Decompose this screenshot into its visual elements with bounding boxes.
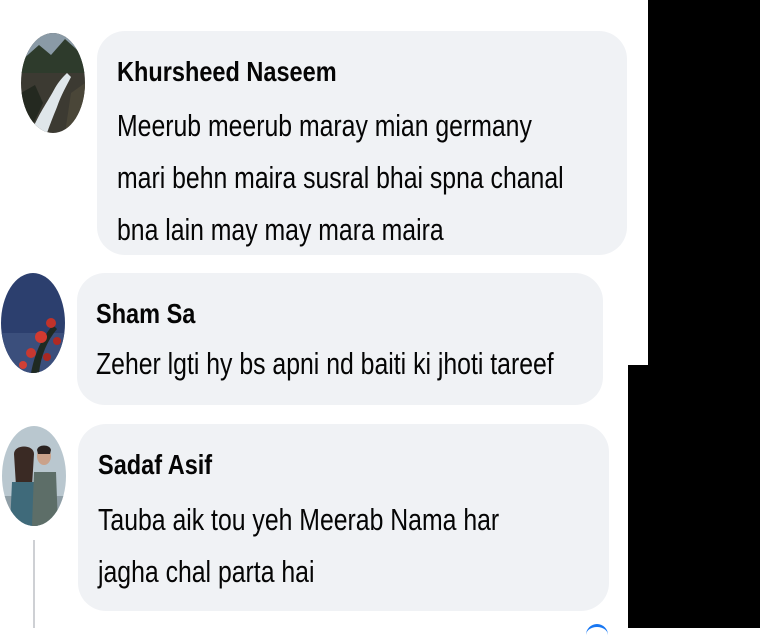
- reaction-icon[interactable]: [586, 624, 608, 637]
- comment-text-1-line-3: bna lain may may mara maira: [117, 212, 444, 247]
- reply-thread-line: [33, 540, 35, 628]
- avatar-khursheed-naseem[interactable]: [21, 33, 85, 133]
- avatar-sadaf-asif[interactable]: [2, 426, 66, 526]
- comment-text-1-line-2: mari behn maira susral bhai spna chanal: [117, 160, 564, 195]
- comment-bubble-2: [77, 273, 603, 405]
- comment-text-3-line-2: jagha chal parta hai: [98, 554, 315, 589]
- comment-text-1-line-1: Meerub meerub maray mian germany: [117, 108, 532, 143]
- waterfall-landscape-icon: [21, 33, 85, 133]
- black-redaction-bottom: [628, 365, 760, 628]
- comment-author-2[interactable]: Sham Sa: [96, 298, 195, 330]
- comment-author-1[interactable]: Khursheed Naseem: [117, 56, 337, 88]
- comment-author-3[interactable]: Sadaf Asif: [98, 449, 212, 481]
- comment-text-2-line-1: Zeher lgti hy bs apni nd baiti ki jhoti …: [96, 346, 554, 381]
- comment-text-3-line-1: Tauba aik tou yeh Meerab Nama har: [98, 502, 500, 537]
- couple-photo-icon: [2, 426, 66, 526]
- avatar-sham-sa[interactable]: [1, 273, 65, 373]
- black-redaction-top: [648, 0, 760, 366]
- flowers-dusk-icon: [1, 273, 65, 373]
